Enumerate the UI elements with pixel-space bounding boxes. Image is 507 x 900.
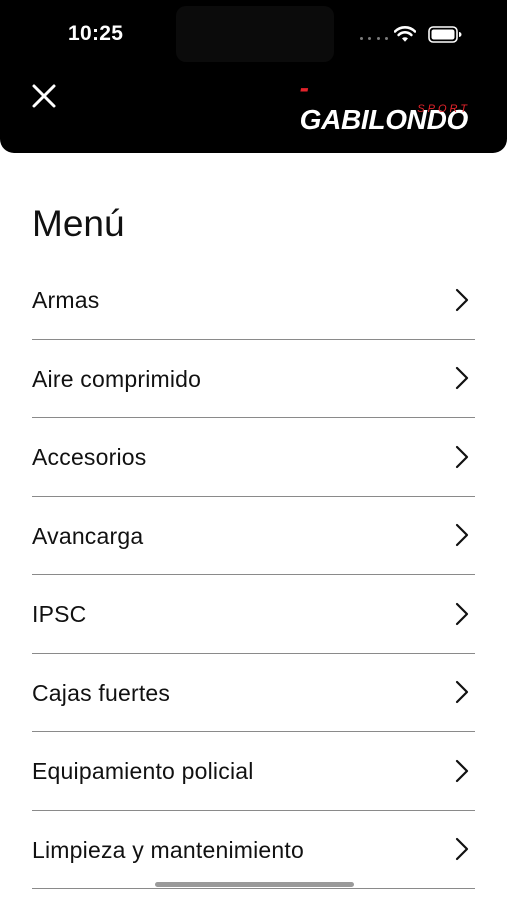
brand-tagline: SPORT <box>417 103 470 115</box>
device-notch <box>176 6 334 62</box>
menu-item-limpieza-y-mantenimiento[interactable]: Limpieza y mantenimiento <box>32 811 475 889</box>
menu-item-ipsc[interactable]: IPSC <box>32 575 475 654</box>
menu-list: Armas Aire comprimido Accesorios Avancar… <box>32 261 475 889</box>
page-title: Menú <box>32 203 125 244</box>
menu-item-label: Cajas fuertes <box>32 679 171 706</box>
menu-item-label: Equipamiento policial <box>32 758 254 785</box>
menu-item-label: Armas <box>32 287 100 314</box>
menu-item-label: Accesorios <box>32 444 147 471</box>
brand-logo-dash: - <box>299 72 309 103</box>
chevron-right-icon <box>455 288 469 311</box>
menu-item-label: Limpieza y mantenimiento <box>32 836 304 863</box>
menu-item-cajas-fuertes[interactable]: Cajas fuertes <box>32 654 475 732</box>
home-indicator[interactable] <box>155 882 354 887</box>
menu-item-label: Avancarga <box>32 522 144 549</box>
chevron-right-icon <box>455 759 469 782</box>
close-icon[interactable] <box>30 82 58 110</box>
chevron-right-icon <box>455 524 469 547</box>
menu-screen: 10:25 -GABILONDO SPORT Menú Armas Aire c… <box>0 0 507 900</box>
header-bar: 10:25 -GABILONDO SPORT <box>0 0 507 153</box>
chevron-right-icon <box>455 602 469 625</box>
menu-item-aire-comprimido[interactable]: Aire comprimido <box>32 340 475 418</box>
menu-item-label: IPSC <box>32 601 87 628</box>
wifi-icon <box>394 26 416 42</box>
chevron-right-icon <box>455 681 469 704</box>
menu-item-label: Aire comprimido <box>32 365 202 392</box>
menu-item-accesorios[interactable]: Accesorios <box>32 418 475 497</box>
chevron-right-icon <box>455 367 469 390</box>
cellular-signal-icon <box>360 37 388 41</box>
battery-icon <box>428 26 462 43</box>
chevron-right-icon <box>455 838 469 861</box>
status-time: 10:25 <box>68 22 124 45</box>
status-bar: 10:25 <box>0 0 507 64</box>
menu-item-equipamiento-policial[interactable]: Equipamiento policial <box>32 732 475 811</box>
menu-item-armas[interactable]: Armas <box>32 261 475 340</box>
brand-logo[interactable]: -GABILONDO SPORT <box>300 72 472 135</box>
menu-item-avancarga[interactable]: Avancarga <box>32 497 475 575</box>
chevron-right-icon <box>455 445 469 468</box>
